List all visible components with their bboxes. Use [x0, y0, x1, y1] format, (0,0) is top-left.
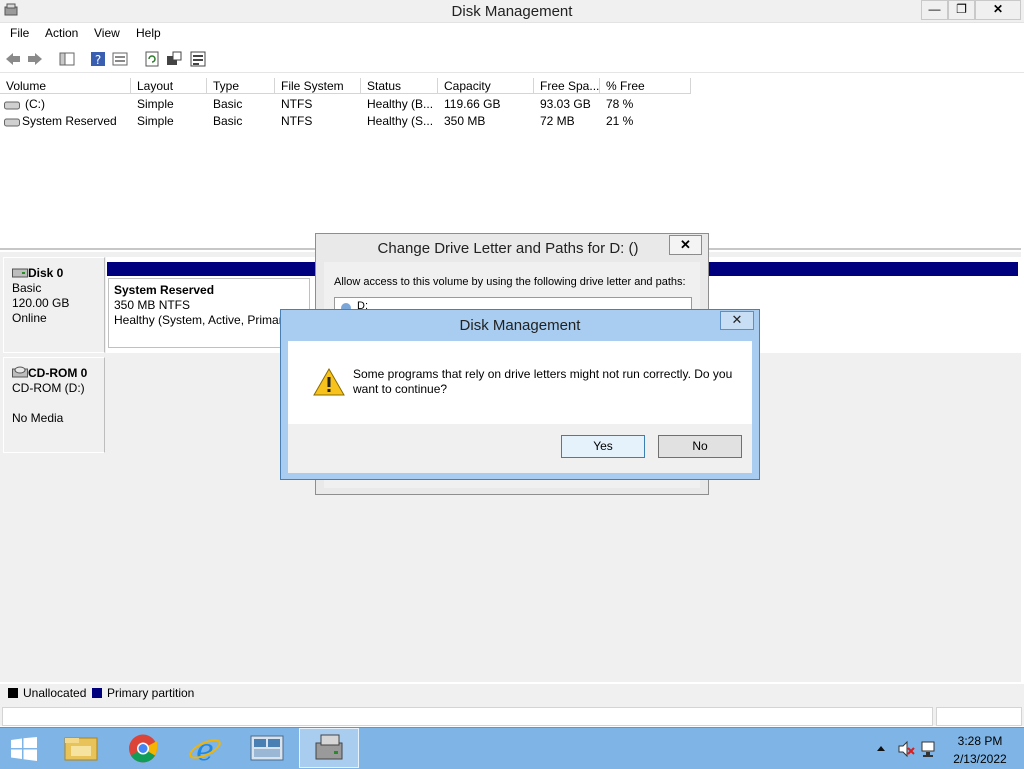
server-manager-icon[interactable] — [237, 729, 297, 768]
file-explorer-icon[interactable] — [51, 729, 111, 768]
column-status[interactable]: Status — [361, 78, 438, 94]
dialog-close-button[interactable]: ✕ — [669, 235, 702, 255]
disk-icon — [12, 268, 28, 278]
dialog-footer: Yes No — [288, 424, 752, 473]
column-type[interactable]: Type — [207, 78, 275, 94]
partition-status: Healthy (System, Active, Primar — [114, 313, 283, 327]
cell-layout: Simple — [137, 114, 174, 128]
yes-button[interactable]: Yes — [561, 435, 645, 458]
title-bar: Disk Management — ❐ ✕ — [0, 0, 1024, 23]
primary-partition-swatch — [92, 688, 102, 698]
cdrom-media: No Media — [12, 411, 64, 425]
cdrom-icon — [12, 366, 28, 378]
disk0-type: Basic — [12, 281, 42, 295]
column-capacity[interactable]: Capacity — [438, 78, 534, 94]
menu-action[interactable]: Action — [45, 26, 78, 40]
column-volume[interactable]: Volume — [0, 78, 131, 94]
column-layout[interactable]: Layout — [131, 78, 207, 94]
cell-file-system: NTFS — [281, 97, 313, 111]
restore-button[interactable]: ❐ — [948, 0, 975, 20]
drive-icon — [4, 101, 20, 110]
legend-unallocated: Unallocated — [23, 686, 87, 700]
cell-type: Basic — [213, 97, 243, 111]
close-button[interactable]: ✕ — [975, 0, 1021, 20]
back-arrow-icon[interactable] — [4, 50, 22, 68]
minimize-button[interactable]: — — [921, 0, 948, 20]
cell-capacity: 119.66 GB — [444, 97, 501, 111]
disk0-size: 120.00 GB — [12, 296, 70, 310]
refresh-icon[interactable] — [143, 50, 161, 68]
clock-date[interactable]: 2/13/2022 — [940, 752, 1020, 766]
show-hidden-icons-chevron-up-icon[interactable] — [876, 744, 886, 752]
network-icon[interactable] — [920, 740, 938, 758]
cdrom-drive: CD-ROM (D:) — [12, 381, 85, 395]
internet-explorer-icon[interactable]: e — [175, 729, 235, 768]
console-tree-icon[interactable] — [58, 50, 76, 68]
cell-volume: (C:) — [25, 97, 45, 111]
cell-file-system: NTFS — [281, 114, 313, 128]
cell-capacity: 350 MB — [444, 114, 486, 128]
dialog-message: Some programs that rely on drive letters… — [353, 367, 733, 396]
legend: Unallocated Primary partition — [0, 684, 1024, 704]
clock-time[interactable]: 3:28 PM — [940, 734, 1020, 748]
status-bar-cell — [936, 707, 1022, 726]
warning-icon — [313, 367, 345, 396]
column-free-space[interactable]: Free Spa... — [534, 78, 600, 94]
disk0-state: Online — [12, 311, 47, 325]
svg-text:?: ? — [95, 53, 101, 67]
help-icon[interactable]: ? — [89, 50, 107, 68]
volume-list-header: Volume Layout Type File System Status Ca… — [0, 78, 1024, 95]
properties-icon[interactable] — [111, 50, 129, 68]
svg-text:e: e — [196, 733, 214, 768]
status-bar — [0, 704, 1024, 726]
unallocated-swatch — [8, 688, 18, 698]
no-button[interactable]: No — [658, 435, 742, 458]
volume-muted-icon[interactable] — [897, 740, 915, 758]
cdrom-name: CD-ROM 0 — [28, 366, 88, 380]
cell-volume: System Reserved — [22, 114, 117, 128]
dialog-close-button[interactable]: ✕ — [720, 311, 754, 330]
taskbar-active-app[interactable] — [299, 728, 359, 768]
cell-percent-free: 78 % — [606, 97, 634, 111]
partition-fs: 350 MB NTFS — [114, 298, 191, 312]
partition-name: System Reserved — [114, 283, 215, 297]
rescan-disks-icon[interactable] — [165, 50, 183, 68]
toolbar: ? — [0, 44, 1024, 73]
disk-management-icon — [315, 734, 343, 760]
cell-type: Basic — [213, 114, 243, 128]
column-percent-free[interactable]: % Free — [600, 78, 691, 94]
disk0-label[interactable]: Disk 0 Basic 120.00 GB Online — [3, 257, 105, 353]
table-row[interactable]: System Reserved Simple Basic NTFS Health… — [0, 113, 700, 130]
start-button[interactable] — [10, 737, 38, 761]
column-file-system[interactable]: File System — [275, 78, 361, 94]
confirm-dialog: Disk Management ✕ Some programs that rel… — [280, 309, 760, 480]
table-row[interactable]: (C:) Simple Basic NTFS Healthy (B... 119… — [0, 96, 700, 113]
status-bar-cell — [2, 707, 933, 726]
legend-primary: Primary partition — [107, 686, 195, 700]
dialog-title: Disk Management — [459, 317, 581, 334]
cell-status: Healthy (B... — [367, 97, 434, 111]
menu-help[interactable]: Help — [136, 26, 161, 40]
dialog-body: Some programs that rely on drive letters… — [288, 341, 752, 473]
cell-status: Healthy (S... — [367, 114, 434, 128]
cdrom-label[interactable]: CD-ROM 0 CD-ROM (D:) No Media — [3, 357, 105, 453]
cell-percent-free: 21 % — [606, 114, 634, 128]
chrome-icon[interactable] — [113, 729, 173, 768]
menu-bar: File Action View Help — [0, 23, 1024, 43]
window-title: Disk Management — [451, 3, 573, 20]
disk0-name: Disk 0 — [28, 266, 64, 280]
forward-arrow-icon[interactable] — [26, 50, 44, 68]
menu-view[interactable]: View — [94, 26, 120, 40]
settings-list-icon[interactable] — [189, 50, 207, 68]
dialog-description: Allow access to this volume by using the… — [334, 276, 686, 288]
cell-free-space: 93.03 GB — [540, 97, 591, 111]
cell-layout: Simple — [137, 97, 174, 111]
taskbar: e 3:28 PM 2/13/2022 — [0, 727, 1024, 769]
menu-file[interactable]: File — [10, 26, 29, 40]
drive-icon — [4, 118, 20, 127]
cell-free-space: 72 MB — [540, 114, 575, 128]
dialog-title: Change Drive Letter and Paths for D: () — [377, 240, 639, 257]
